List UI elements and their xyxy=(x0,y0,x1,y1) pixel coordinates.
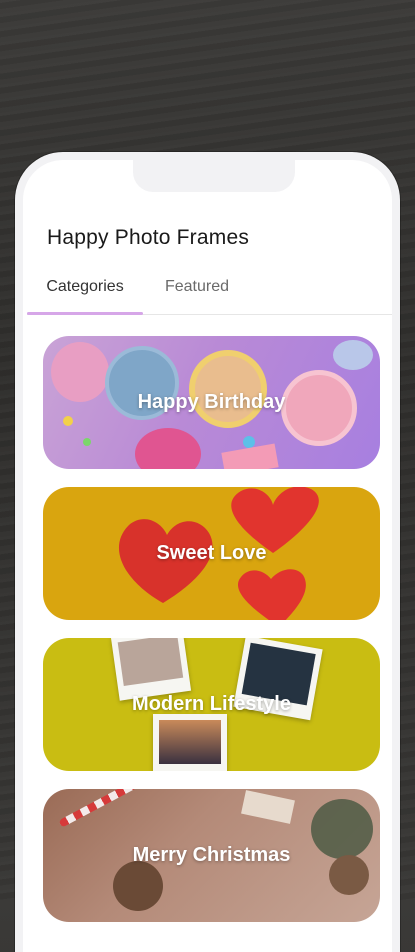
category-card-birthday[interactable]: Happy Birthday xyxy=(43,336,380,469)
category-label: Sweet Love xyxy=(156,542,267,564)
app-title: Happy Photo Frames xyxy=(47,226,250,249)
phone-frame: Happy Photo Frames Categories Featured H… xyxy=(15,152,400,952)
category-card-love[interactable]: Sweet Love xyxy=(43,487,380,620)
app-screen: Happy Photo Frames Categories Featured H… xyxy=(23,160,392,952)
category-label: Merry Christmas xyxy=(132,844,291,866)
category-card-lifestyle[interactable]: Modern Lifestyle xyxy=(43,638,380,771)
tab-indicator xyxy=(27,312,143,315)
category-label: Modern Lifestyle xyxy=(132,693,291,715)
tab-categories[interactable]: Categories xyxy=(27,278,143,314)
tab-bar: Categories Featured xyxy=(27,278,392,315)
category-card-christmas[interactable]: Merry Christmas xyxy=(43,789,380,922)
category-label: Happy Birthday xyxy=(137,391,286,413)
phone-notch xyxy=(133,160,295,192)
tab-featured[interactable]: Featured xyxy=(143,278,251,314)
